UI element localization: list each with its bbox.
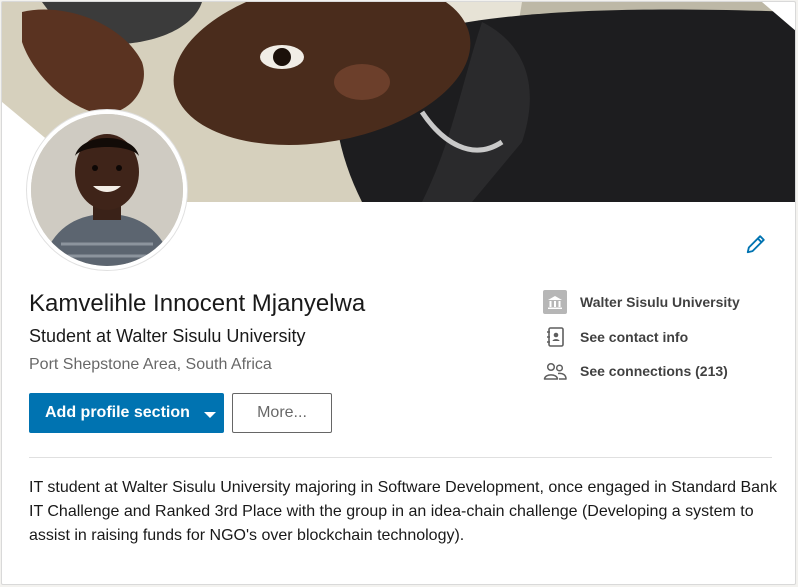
- pencil-icon: [746, 235, 765, 254]
- school-link[interactable]: Walter Sisulu University: [543, 290, 740, 314]
- avatar-photo: [31, 114, 183, 266]
- more-button-label: More...: [257, 404, 307, 421]
- profile-summary: IT student at Walter Sisulu University m…: [29, 479, 777, 544]
- add-profile-section-button[interactable]: Add profile section: [29, 393, 224, 433]
- contact-info-link[interactable]: See contact info: [543, 325, 688, 349]
- profile-card: Kamvelihle Innocent Mjanyelwa Student at…: [1, 1, 796, 585]
- more-button[interactable]: More...: [232, 393, 332, 433]
- profile-headline: Student at Walter Sisulu University: [29, 326, 306, 346]
- profile-avatar[interactable]: [27, 110, 187, 270]
- contact-card-icon: [543, 325, 567, 349]
- divider: [29, 457, 772, 458]
- add-profile-section-label: Add profile section: [45, 404, 190, 421]
- chevron-down-icon: [203, 411, 216, 418]
- connections-link[interactable]: See connections (213): [543, 359, 728, 383]
- contact-info-label: See contact info: [580, 329, 689, 345]
- edit-intro-button[interactable]: [740, 228, 772, 260]
- profile-location: Port Shepstone Area, South Africa: [29, 356, 272, 373]
- connections-label: See connections (213): [580, 363, 728, 379]
- profile-name: Kamvelihle Innocent Mjanyelwa: [29, 290, 366, 317]
- school-name: Walter Sisulu University: [580, 294, 740, 310]
- people-icon: [543, 359, 567, 383]
- school-icon: [543, 290, 567, 314]
